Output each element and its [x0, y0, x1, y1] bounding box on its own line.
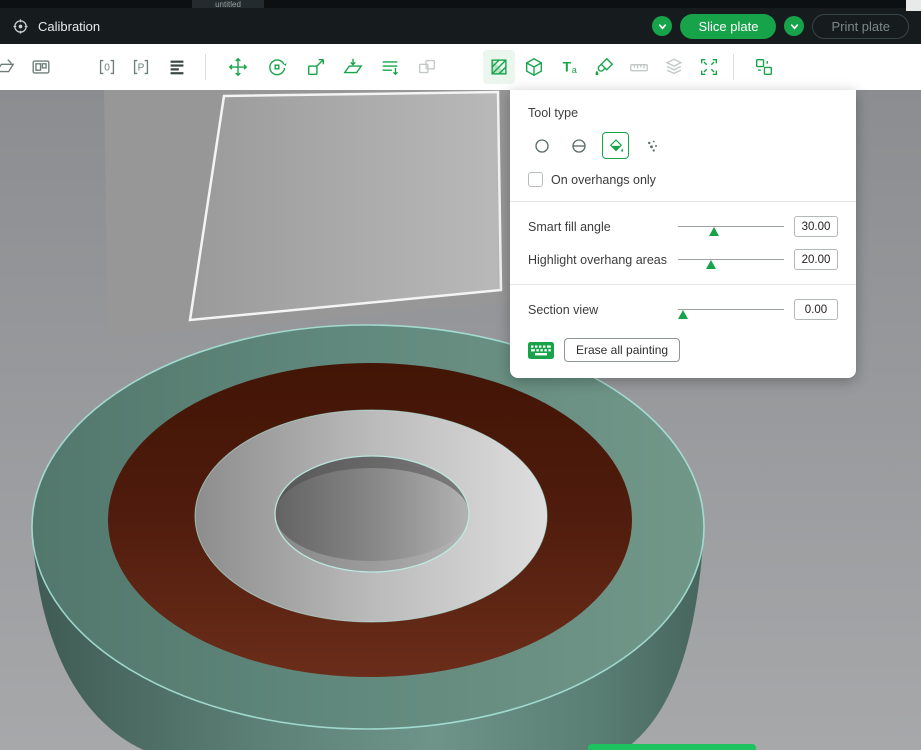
slice-options-chevron[interactable] — [652, 16, 673, 36]
model-cylinder[interactable] — [31, 324, 705, 750]
model-slab[interactable] — [104, 90, 516, 338]
paint-bucket-icon — [595, 57, 614, 76]
layer-rows-icon — [170, 60, 184, 75]
chevron-down-icon — [658, 23, 667, 30]
smart-fill-angle-value[interactable] — [794, 216, 838, 237]
sphere-tool-button[interactable] — [565, 132, 592, 159]
section-view-row: Section view — [528, 299, 838, 320]
panel-divider — [510, 201, 856, 202]
fill-tool-button[interactable] — [602, 132, 629, 159]
svg-text:a: a — [572, 65, 578, 75]
text-tool-button[interactable]: T a — [553, 50, 585, 84]
section-view-slider[interactable] — [678, 302, 784, 319]
print-plate-button[interactable]: Print plate — [812, 13, 909, 39]
smart-fill-angle-slider[interactable] — [678, 219, 784, 236]
support-painting-panel: Tool type On overhangs only Smart fill a… — [510, 90, 856, 378]
window-tab[interactable]: untitled — [192, 0, 264, 8]
erase-all-painting-button[interactable]: Erase all painting — [564, 338, 681, 362]
toolbar-separator — [733, 54, 734, 80]
rotate-icon — [269, 59, 287, 76]
arrange-icon — [32, 60, 50, 74]
move-tool-button[interactable] — [222, 50, 254, 84]
panel-divider — [510, 284, 856, 285]
highlight-overhang-value[interactable] — [794, 249, 838, 270]
on-overhangs-row[interactable]: On overhangs only — [528, 172, 838, 187]
measure-ruler-icon — [630, 64, 648, 72]
plate-lock-button[interactable]: 0 — [91, 50, 123, 84]
circle-tool-button[interactable] — [528, 132, 555, 159]
svg-text:T: T — [563, 60, 572, 75]
smart-fill-angle-label: Smart fill angle — [528, 219, 611, 234]
plate-settings-button[interactable]: P — [125, 50, 157, 84]
split-objects-tool-button[interactable] — [693, 50, 725, 84]
slicer-app: untitled Calibration Slice plate Print p… — [0, 0, 921, 750]
slider-thumb[interactable] — [705, 259, 716, 269]
support-paint-tool-button[interactable] — [483, 50, 515, 84]
layer-height-icon — [382, 61, 399, 76]
panel-footer: Erase all painting — [528, 338, 838, 362]
merge-tool-button[interactable] — [411, 50, 443, 84]
assembly-tool-button[interactable] — [658, 50, 690, 84]
split-parts-icon — [755, 58, 773, 76]
color-paint-tool-button[interactable] — [518, 50, 550, 84]
rotate-tool-button[interactable] — [261, 50, 293, 84]
calibration-icon — [13, 18, 28, 34]
on-overhangs-label: On overhangs only — [551, 172, 656, 187]
highlight-overhang-label: Highlight overhang areas — [528, 252, 667, 267]
circle-tool-icon — [534, 138, 549, 153]
slider-thumb[interactable] — [678, 309, 689, 319]
color-paint-cube-icon — [525, 57, 543, 77]
tool-type-label: Tool type — [528, 106, 579, 120]
tool-type-row — [528, 132, 838, 159]
section-view-value[interactable] — [794, 299, 838, 320]
merge-icon — [418, 59, 436, 74]
fill-tool-icon — [609, 138, 623, 152]
support-paint-icon — [491, 59, 507, 75]
move-icon — [228, 57, 248, 77]
plate-lock-0-icon: 0 — [99, 59, 115, 75]
on-overhangs-checkbox[interactable] — [528, 172, 543, 187]
lay-flat-tool-button[interactable] — [337, 50, 369, 84]
layer-height-tool-button[interactable] — [374, 50, 406, 84]
sphere-tool-icon — [571, 138, 586, 153]
paint-fill-tool-button[interactable] — [588, 50, 620, 84]
plate-edit-icon — [0, 59, 15, 73]
gap-fill-tool-icon — [647, 140, 657, 152]
keyboard-icon — [528, 341, 554, 359]
layer-list-button[interactable] — [161, 50, 193, 84]
scale-tool-button[interactable] — [300, 50, 332, 84]
highlight-overhang-slider[interactable] — [678, 252, 784, 269]
chevron-down-icon — [790, 23, 799, 30]
bottom-green-bar-fragment[interactable] — [588, 744, 756, 750]
smart-fill-angle-row: Smart fill angle — [528, 216, 838, 237]
page-title: Calibration — [38, 18, 101, 34]
highlight-overhang-row: Highlight overhang areas — [528, 249, 838, 270]
measure-tool-button[interactable] — [623, 50, 655, 84]
scale-icon — [307, 58, 325, 76]
gap-fill-tool-button[interactable] — [639, 132, 666, 159]
slice-plate-button[interactable]: Slice plate — [680, 13, 777, 39]
svg-text:0: 0 — [104, 63, 110, 74]
svg-text:P: P — [138, 63, 145, 74]
text-icon: T a — [563, 60, 578, 75]
assembly-icon — [665, 58, 683, 75]
toolbar-separator — [205, 54, 206, 80]
section-view-label: Section view — [528, 302, 599, 317]
lay-flat-icon — [343, 58, 363, 74]
window-corner-fragment — [906, 0, 921, 11]
slider-thumb[interactable] — [709, 226, 720, 236]
plate-edit-button[interactable] — [0, 50, 21, 84]
keyboard-shortcuts-button[interactable] — [528, 341, 554, 359]
titlebar-strip: untitled — [0, 0, 921, 8]
plate-settings-p-icon: P — [133, 59, 149, 75]
top-bar: Calibration Slice plate Print plate — [0, 8, 921, 44]
print-options-chevron[interactable] — [784, 16, 805, 36]
main-toolbar: 0 P T a — [0, 44, 921, 90]
arrange-button[interactable] — [25, 50, 57, 84]
split-parts-tool-button[interactable] — [748, 50, 780, 84]
split-objects-icon — [700, 58, 718, 76]
